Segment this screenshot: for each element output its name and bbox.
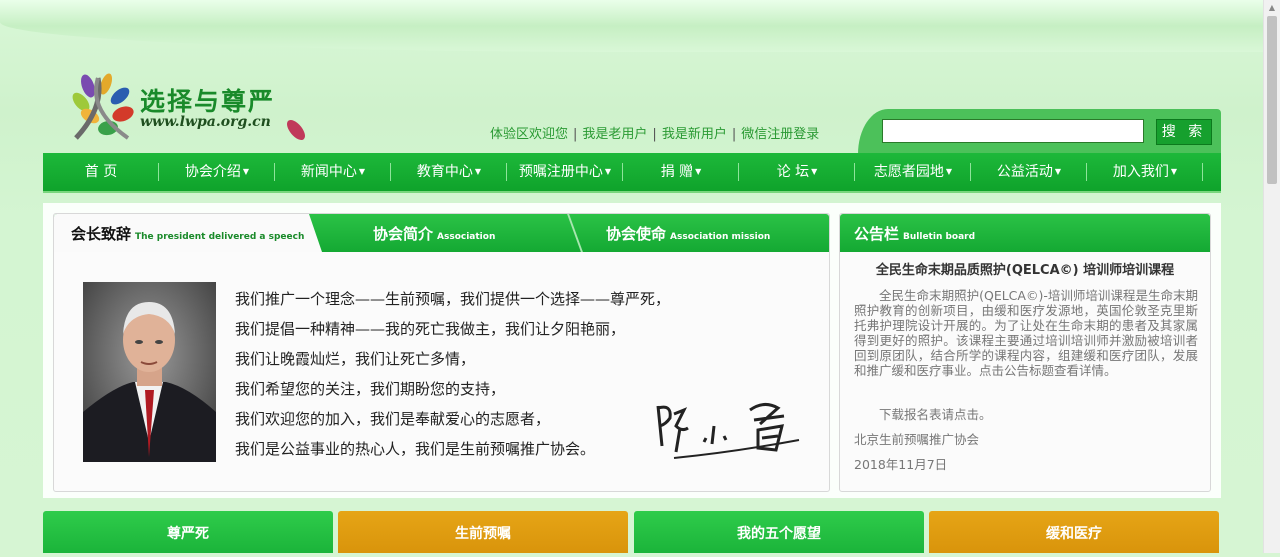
site-logo[interactable]: 选择与尊严 www.lwpa.org.cn: [68, 68, 318, 148]
nav-label: 新闻中心: [300, 164, 357, 180]
nav-label: 志愿者园地: [873, 164, 944, 180]
site-name: 选择与尊严: [140, 87, 276, 116]
caret-down-icon: ▼: [945, 167, 953, 176]
tab-association-mission[interactable]: 协会使命 Association mission: [606, 214, 770, 252]
caret-down-icon: ▼: [358, 167, 366, 176]
tab-sublabel: The president delivered a speech: [135, 232, 305, 242]
bulletin-date: 2018年11月7日: [854, 457, 948, 472]
bulletin-body-text: 全民生命末期照护(QELCA©)-培训师培训课程是生命末期照护教育的创新项目，由…: [854, 288, 1198, 378]
caret-down-icon: ▼: [474, 167, 482, 176]
wechat-login-link[interactable]: 微信注册登录: [741, 127, 819, 142]
nav-charity[interactable]: 公益活动 ▼: [971, 153, 1087, 191]
nav-label: 预嘱注册中心: [518, 164, 603, 180]
nav-join[interactable]: 加入我们 ▼: [1087, 153, 1203, 191]
nav-label: 首 页: [84, 164, 118, 180]
nav-about[interactable]: 协会介绍 ▼: [159, 153, 275, 191]
tile-five-wishes[interactable]: 我的五个愿望: [634, 511, 924, 553]
trial-link[interactable]: 体验区欢迎您: [490, 127, 568, 142]
user-links: 体验区欢迎您 | 我是老用户 | 我是新用户 | 微信注册登录: [490, 127, 820, 142]
nav-donate[interactable]: 捐 赠 ▼: [623, 153, 739, 191]
scroll-thumb[interactable]: [1267, 16, 1277, 184]
nav-registration[interactable]: 预嘱注册中心 ▼: [507, 153, 623, 191]
bulletin-item-body: 全民生命末期照护(QELCA©)-培训师培训课程是生命末期照护教育的创新项目，由…: [854, 288, 1198, 378]
page-scrollbar[interactable]: ▲: [1263, 0, 1280, 553]
bulletin-subtitle: Bulletin board: [903, 232, 976, 242]
tile-living-will[interactable]: 生前预嘱: [338, 511, 628, 553]
nav-home[interactable]: 首 页: [43, 153, 159, 191]
nav-label: 论 坛: [776, 164, 810, 180]
nav-label: 教育中心: [416, 164, 473, 180]
new-user-link[interactable]: 我是新用户: [662, 127, 727, 142]
caret-down-icon: ▼: [1054, 167, 1062, 176]
bulletin-title-text: 公告栏: [854, 225, 900, 243]
nav-education[interactable]: 教育中心 ▼: [391, 153, 507, 191]
speech-line: 我们让晚霞灿烂，我们让死亡多情，: [235, 350, 476, 368]
old-user-link[interactable]: 我是老用户: [582, 127, 647, 142]
nav-label: 加入我们: [1112, 164, 1169, 180]
president-signature: [656, 403, 800, 459]
tab-sublabel: Association mission: [670, 232, 771, 242]
tab-sublabel: Association: [437, 232, 496, 242]
nav-forum[interactable]: 论 坛 ▼: [739, 153, 855, 191]
caret-down-icon: ▼: [1170, 167, 1178, 176]
search-button[interactable]: 搜 索: [1156, 119, 1212, 145]
tab-label: 协会使命: [606, 225, 667, 243]
tab-association-intro[interactable]: 协会简介 Association: [373, 214, 495, 252]
tile-dignified-death[interactable]: 尊严死: [43, 511, 333, 553]
nav-volunteers[interactable]: 志愿者园地 ▼: [855, 153, 971, 191]
nav-label: 协会介绍: [184, 164, 241, 180]
download-form-link[interactable]: 下载报名表请点击。: [854, 404, 1198, 423]
caret-down-icon: ▼: [695, 167, 702, 176]
caret-down-icon: ▼: [811, 167, 818, 176]
caret-down-icon: ▼: [604, 167, 612, 176]
nav-label: 捐 赠: [660, 164, 694, 180]
nav-news[interactable]: 新闻中心 ▼: [275, 153, 391, 191]
tile-palliative-care[interactable]: 缓和医疗: [929, 511, 1219, 553]
bulletin-board: 公告栏 Bulletin board 全民生命末期品质照护(QELCA©) 培训师…: [839, 213, 1211, 492]
speech-panel: 会长致辞 The president delivered a speech 协会简…: [53, 213, 830, 492]
speech-line: 我们提倡一种精神——我的死亡我做主，我们让夕阳艳丽，: [235, 320, 626, 338]
president-portrait: [83, 282, 216, 462]
speech-line: 我们推广一个理念——生前预嘱，我们提供一个选择——尊严死，: [235, 290, 671, 308]
bulletin-org: 北京生前预嘱推广协会: [854, 432, 980, 447]
bulletin-item-title[interactable]: 全民生命末期品质照护(QELCA©) 培训师培训课程: [840, 259, 1210, 278]
nav-label: 公益活动: [996, 164, 1053, 180]
main-nav: 首 页 协会介绍 ▼ 新闻中心 ▼ 教育中心 ▼ 预嘱注册中心 ▼ 捐 赠 ▼ 论 坛 ▼ …: [43, 153, 1221, 193]
bulletin-title: 公告栏 Bulletin board: [854, 214, 975, 257]
tab-label: 会长致辞: [71, 225, 132, 243]
caret-down-icon: ▼: [242, 167, 250, 176]
search-input[interactable]: [882, 119, 1144, 143]
site-url: www.lwpa.org.cn: [140, 114, 271, 130]
scroll-up-icon[interactable]: ▲: [1264, 0, 1280, 16]
tab-label: 协会简介: [373, 225, 434, 243]
tab-president-speech[interactable]: 会长致辞 The president delivered a speech: [71, 214, 304, 252]
